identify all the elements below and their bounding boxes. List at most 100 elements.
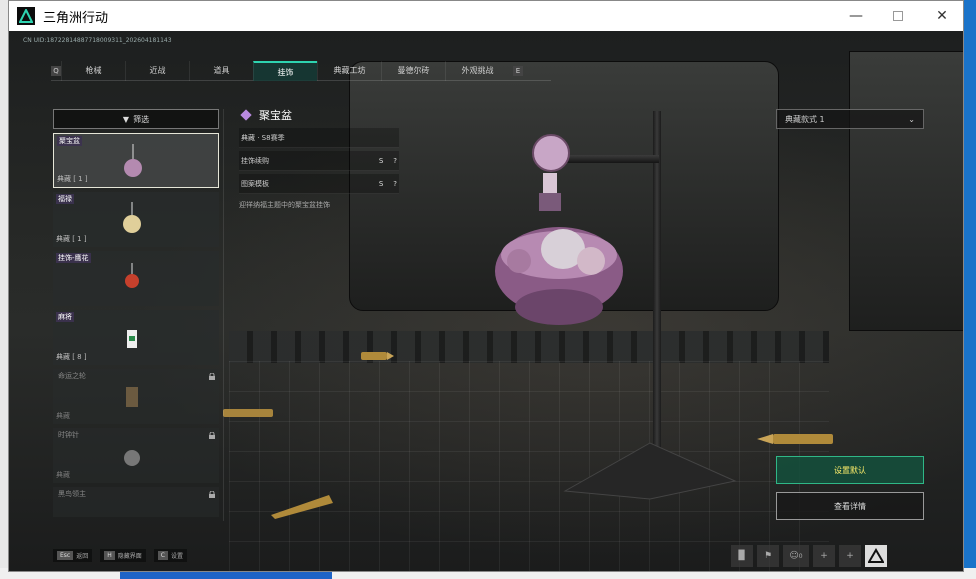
rarity-diamond-icon <box>240 109 252 121</box>
tab-collection-workshop[interactable]: 典藏工坊 <box>317 60 381 81</box>
pendant-item[interactable]: 时钟针 典藏 <box>53 428 219 483</box>
game-viewport: CN UID:18722814887718009311_202604181143… <box>9 31 963 571</box>
pendant-collection-count: 典藏 <box>56 412 70 420</box>
hint-hide-ui[interactable]: H 隐藏界面 <box>100 549 146 562</box>
people-count: 0 <box>798 552 803 560</box>
stats-button[interactable]: ▉ <box>731 545 753 567</box>
detail-title: 聚宝盆 <box>259 109 292 122</box>
pendant-item[interactable]: 福禄 典藏 [ 1 ] <box>53 192 219 247</box>
pendant-thumbnail <box>126 387 138 407</box>
tab-next-key[interactable]: E <box>513 65 523 76</box>
tab-mandel-brick[interactable]: 曼德尔砖 <box>381 60 445 81</box>
window-title: 三角洲行动 <box>43 10 109 26</box>
pendant-item[interactable]: 聚宝盆 典藏 [ 1 ] <box>53 133 219 188</box>
lock-icon <box>209 491 215 498</box>
pendant-detail-panel: 聚宝盆 典藏 · S8赛季 挂饰续购 S? 图案模板 S? 迎祥纳福主题中的聚宝… <box>239 105 399 210</box>
tab-firearms[interactable]: 枪械 <box>61 60 125 81</box>
bullet-decoration <box>223 409 273 417</box>
bullet-decoration <box>757 434 833 444</box>
display-stand-base <box>563 442 737 500</box>
delta-logo-icon <box>868 548 884 563</box>
style-select-value: 典藏款式 1 <box>785 114 825 124</box>
detail-row-label: 典藏 · S8赛季 <box>241 133 285 142</box>
key-hints: Esc 返回 H 隐藏界面 C 设置 <box>53 549 187 562</box>
pendant-name: 福禄 <box>56 194 74 204</box>
minimize-icon: — <box>849 8 863 24</box>
pendant-thumbnail <box>125 263 139 288</box>
maximize-icon <box>893 11 903 21</box>
tab-appearance-challenge[interactable]: 外观挑战 <box>445 60 509 81</box>
app-icon <box>17 7 35 25</box>
people-icon: ☺ <box>789 551 799 561</box>
hint-back[interactable]: Esc 返回 <box>53 549 93 562</box>
help-icon[interactable]: ? <box>393 180 397 188</box>
close-icon: ✕ <box>936 8 948 24</box>
style-select[interactable]: 典藏款式 1 ⌄ <box>776 109 924 129</box>
detail-row-label: 挂饰续购 <box>241 156 269 165</box>
detail-title-row: 聚宝盆 <box>239 105 399 125</box>
list-divider <box>223 109 224 521</box>
pendant-name: 黑鸟领主 <box>58 490 86 498</box>
pendant-name: 麻将 <box>56 312 74 322</box>
hint-key: H <box>104 551 115 560</box>
pendant-name: 命运之轮 <box>58 372 86 380</box>
pendant-item[interactable]: 黑鸟领主 <box>53 487 219 517</box>
filter-icon: ▼ <box>122 114 130 124</box>
add-button[interactable]: + <box>839 545 861 567</box>
detail-description: 迎祥纳福主题中的聚宝盆挂饰 <box>239 201 330 209</box>
lock-icon <box>209 432 215 439</box>
filter-label: 筛选 <box>133 114 150 124</box>
chevron-down-icon: ⌄ <box>908 114 915 124</box>
hint-settings[interactable]: C 设置 <box>153 549 187 562</box>
pendant-thumbnail <box>123 202 141 233</box>
add-button[interactable]: + <box>813 545 835 567</box>
pendant-collection-count: 典藏 <box>56 471 70 479</box>
bullet-decoration <box>271 495 333 519</box>
flag-button[interactable]: ⚑ <box>757 545 779 567</box>
category-tabs: Q 枪械 近战 道具 挂饰 典藏工坊 曼德尔砖 外观挑战 E <box>51 60 551 81</box>
pendant-item[interactable]: 挂饰-鹰花 <box>53 251 219 306</box>
bullet-decoration <box>361 352 394 360</box>
tab-melee[interactable]: 近战 <box>125 60 189 81</box>
tab-items[interactable]: 道具 <box>189 60 253 81</box>
game-window: 三角洲行动 — ✕ CN UID:18722814887718009311_20… <box>8 0 964 572</box>
hint-label: 设置 <box>170 553 183 560</box>
detail-row-grade: S <box>378 156 384 165</box>
set-default-button[interactable]: 设置默认 <box>776 456 924 484</box>
filter-button[interactable]: ▼ 筛选 <box>53 109 219 129</box>
minimize-button[interactable]: — <box>833 1 879 31</box>
pendant-collection-count: 典藏 [ 1 ] <box>57 175 88 183</box>
title-bar[interactable]: 三角洲行动 — ✕ <box>9 1 963 31</box>
bar-chart-icon: ▉ <box>738 551 746 561</box>
hint-label: 隐藏界面 <box>117 553 142 560</box>
hint-key: C <box>157 551 168 560</box>
party-button[interactable]: ☺ 0 <box>783 545 809 567</box>
pendant-model-jubaopen <box>495 134 623 325</box>
help-icon[interactable]: ? <box>393 157 397 165</box>
pendant-list-panel: ▼ 筛选 聚宝盆 典藏 [ 1 ] 福禄 典藏 [ 1 ] 挂饰-鹰花 麻将 典… <box>53 109 221 519</box>
pendant-item[interactable]: 命运之轮 典藏 <box>53 369 219 424</box>
desktop-background-right <box>964 0 976 579</box>
pendant-name: 时钟针 <box>58 431 79 439</box>
bottom-toolbar: ▉ ⚑ ☺ 0 + + <box>731 545 887 567</box>
pendant-collection-count: 典藏 [ 8 ] <box>56 353 87 361</box>
maximize-button[interactable] <box>875 1 921 31</box>
delta-logo-button[interactable] <box>865 545 887 567</box>
view-details-button[interactable]: 查看详情 <box>776 492 924 520</box>
user-id-text: CN UID:18722814887718009311_202604181143 <box>23 37 172 44</box>
pendant-thumbnail <box>124 450 140 466</box>
detail-row[interactable]: 图案模板 S? <box>239 174 399 194</box>
hint-key: Esc <box>57 551 74 560</box>
hint-label: 返回 <box>76 553 89 560</box>
background-crate-right <box>849 51 963 331</box>
display-stand-pole <box>653 111 661 461</box>
tab-prev-key[interactable]: Q <box>51 65 61 76</box>
tab-pendants[interactable]: 挂饰 <box>253 60 317 81</box>
pendant-thumbnail <box>127 330 137 348</box>
pendant-item[interactable]: 麻将 典藏 [ 8 ] <box>53 310 219 365</box>
pendant-collection-count: 典藏 [ 1 ] <box>56 235 87 243</box>
detail-row[interactable]: 挂饰续购 S? <box>239 151 399 171</box>
close-button[interactable]: ✕ <box>919 1 965 31</box>
detail-row-label: 图案模板 <box>241 179 269 188</box>
detail-row: 典藏 · S8赛季 <box>239 128 399 148</box>
